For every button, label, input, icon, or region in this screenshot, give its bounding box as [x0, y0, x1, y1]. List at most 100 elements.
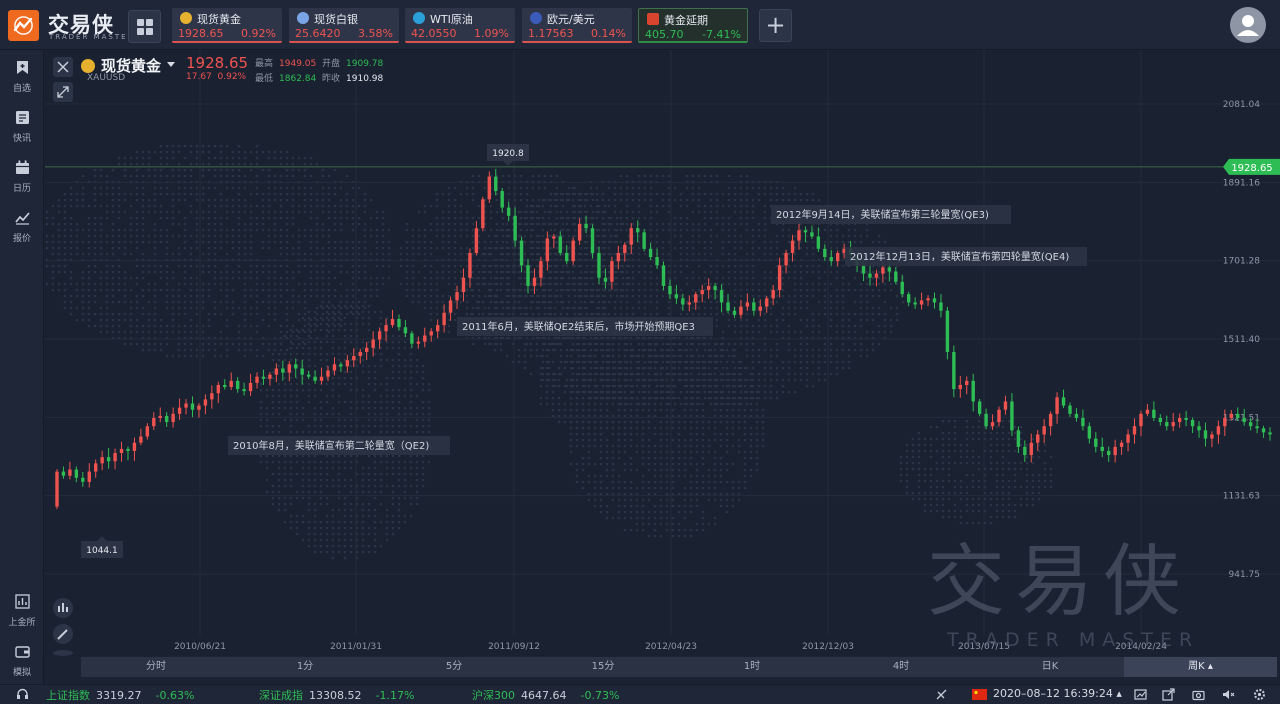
tab-silver[interactable]: 现货白银 25.6420 3.58% [289, 8, 399, 43]
map-dot [249, 216, 253, 220]
sidebar-item-sge[interactable]: 上金所 [0, 588, 44, 628]
map-dot [213, 312, 217, 316]
map-dot [859, 348, 863, 352]
tab-eurusd[interactable]: 欧元/美元 1.17563 0.14% [522, 8, 632, 43]
map-dot [583, 294, 587, 298]
map-dot [447, 294, 451, 298]
map-dot [607, 252, 611, 256]
map-dot [751, 198, 755, 202]
map-dot [629, 408, 633, 412]
map-dot [87, 324, 91, 328]
map-dot [793, 378, 797, 382]
map-dot [817, 372, 821, 376]
map-dot [273, 318, 277, 322]
map-dot [303, 156, 307, 160]
map-dot [489, 300, 493, 304]
map-dot [357, 252, 361, 256]
map-dot [537, 198, 541, 202]
map-dot [471, 222, 475, 226]
map-dot [255, 216, 259, 220]
map-dot [171, 222, 175, 226]
left-sidebar: 自选 快讯 日历 报价 上金所 模拟 [0, 50, 44, 684]
grid-menu-button[interactable] [128, 10, 161, 43]
map-dot [379, 484, 383, 488]
map-dot [93, 300, 97, 304]
map-dot [201, 186, 205, 190]
tab-wti-oil[interactable]: WTI原油 42.0550 1.09% [405, 8, 515, 43]
map-dot [599, 438, 603, 442]
map-dot [499, 348, 503, 352]
map-dot [387, 228, 391, 232]
sidebar-item-quotes[interactable]: 报价 [0, 204, 44, 244]
sidebar-item-watchlist[interactable]: 自选 [0, 54, 44, 94]
map-dot [399, 282, 403, 286]
map-dot [403, 472, 407, 476]
map-dot [51, 216, 55, 220]
map-dot [135, 156, 139, 160]
map-dot [409, 472, 413, 476]
map-dot [391, 334, 395, 338]
sidebar-item-news[interactable]: 快讯 [0, 104, 44, 144]
map-dot [267, 270, 271, 274]
chart-area[interactable]: 2081.04 1891.16 1701.28 1511.40 1321.51 1131.… [45, 50, 1280, 656]
sidebar-item-calendar[interactable]: 日历 [0, 154, 44, 194]
map-dot [655, 384, 659, 388]
tab-gold[interactable]: 现货黄金 1928.65 0.92% [172, 8, 282, 43]
map-dot [397, 412, 401, 416]
map-dot [337, 400, 341, 404]
map-dot [219, 174, 223, 178]
map-dot [649, 210, 653, 214]
map-dot [397, 358, 401, 362]
map-dot [559, 270, 563, 274]
map-dot [351, 306, 355, 310]
map-dot [769, 390, 773, 394]
map-dot [307, 466, 311, 470]
map-dot [213, 186, 217, 190]
map-dot [601, 240, 605, 244]
avatar[interactable] [1230, 7, 1266, 43]
map-dot [673, 264, 677, 268]
map-dot [595, 198, 599, 202]
map-dot [153, 240, 157, 244]
map-dot [237, 276, 241, 280]
map-dot [373, 388, 377, 392]
map-dot [489, 210, 493, 214]
map-dot [349, 370, 353, 374]
tab-gold-td[interactable]: 黄金延期 405.70 -7.41% [638, 8, 748, 43]
map-dot [805, 360, 809, 364]
map-dot [679, 204, 683, 208]
map-dot [327, 210, 331, 214]
app-logo[interactable]: 交易侠 TRADER MASTER [8, 10, 132, 44]
map-dot [745, 204, 749, 208]
map-dot [325, 502, 329, 506]
map-dot [453, 228, 457, 232]
map-dot [601, 198, 605, 202]
map-dot [811, 192, 815, 196]
map-dot [327, 324, 331, 328]
map-dot [75, 228, 79, 232]
map-dot [273, 300, 277, 304]
map-dot [415, 484, 419, 488]
map-dot [231, 276, 235, 280]
candlestick-chart[interactable]: 2081.041891.161701.281511.401321.511131.… [45, 50, 1280, 656]
map-dot [325, 454, 329, 458]
map-dot [307, 460, 311, 464]
map-dot [397, 364, 401, 368]
map-dot [619, 288, 623, 292]
map-dot [271, 358, 275, 362]
map-dot [225, 270, 229, 274]
map-dot [237, 192, 241, 196]
map-dot [441, 264, 445, 268]
map-dot [793, 330, 797, 334]
map-dot [715, 222, 719, 226]
add-tab-button[interactable]: + [759, 9, 792, 42]
map-dot [93, 282, 97, 286]
map-dot [337, 358, 341, 362]
map-dot [625, 306, 629, 310]
map-dot [615, 216, 619, 220]
map-dot [859, 300, 863, 304]
map-dot [601, 252, 605, 256]
map-dot [655, 222, 659, 226]
map-dot [611, 354, 615, 358]
sidebar-item-simulate[interactable]: 模拟 [0, 638, 44, 678]
